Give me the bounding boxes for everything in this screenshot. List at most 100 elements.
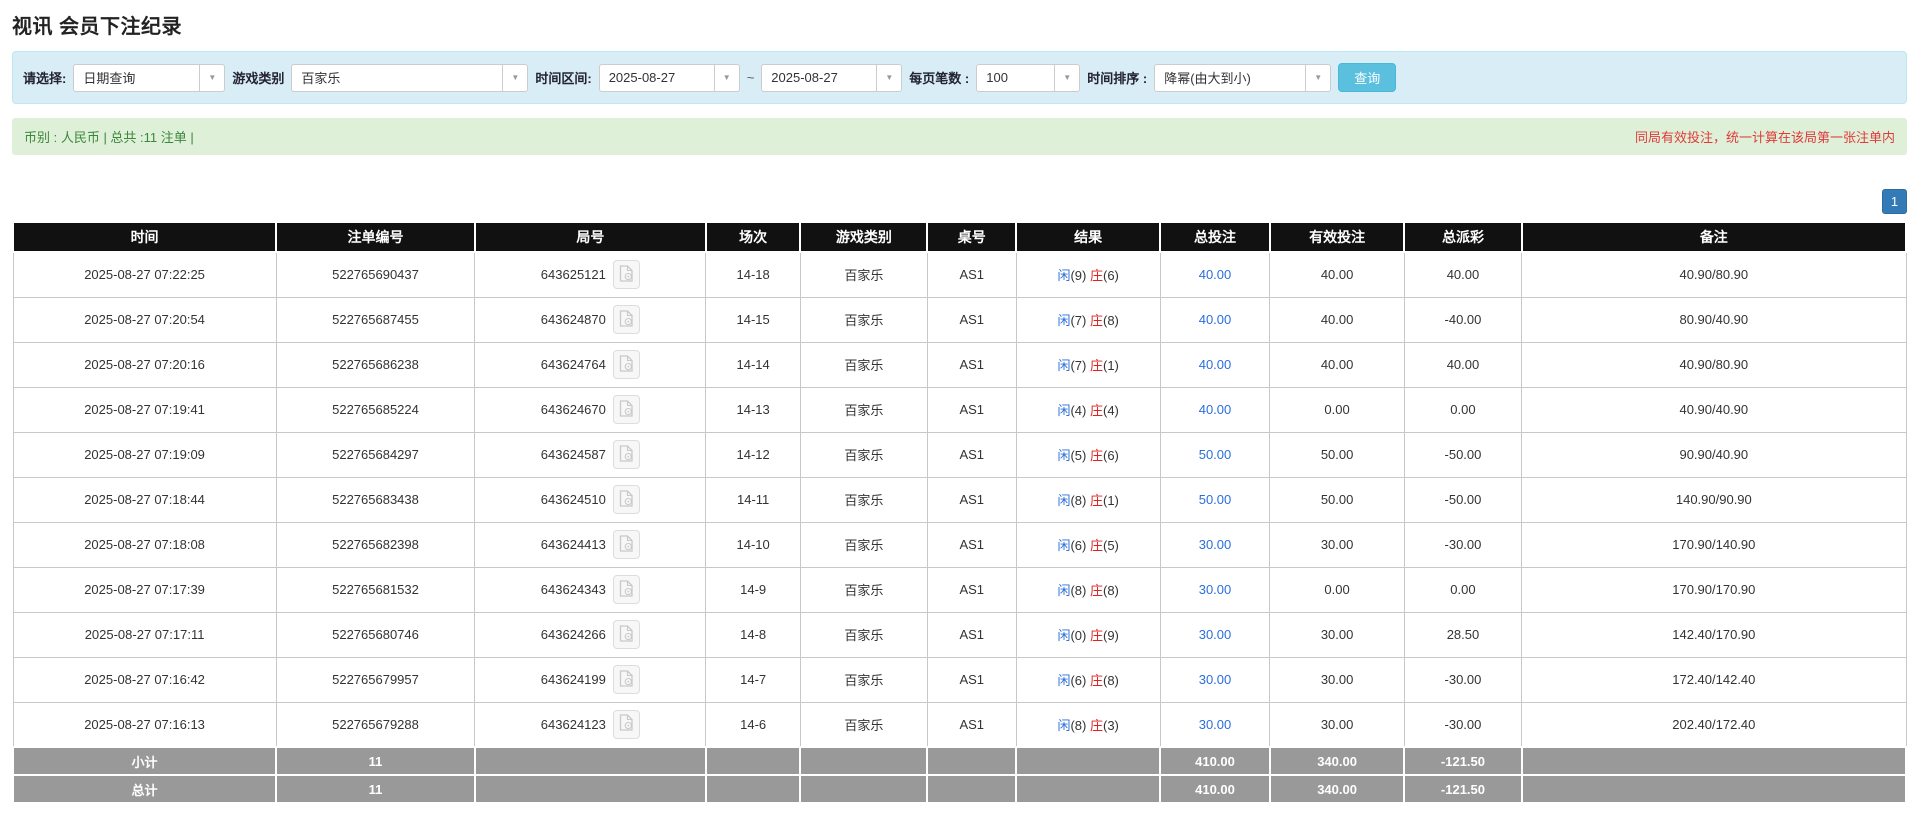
video-file-icon — [619, 535, 634, 555]
player-result-label: 闲 — [1057, 718, 1070, 733]
banker-result-score: (8) — [1103, 673, 1119, 688]
banker-result-label: 庄 — [1090, 448, 1103, 463]
total-bet-link[interactable]: 40.00 — [1199, 402, 1232, 417]
cell-payout: -50.00 — [1404, 432, 1521, 477]
date-from-value: 2025-08-27 — [600, 65, 714, 91]
date-to-select[interactable]: 2025-08-27 ▼ — [761, 64, 902, 92]
cell-note: 90.90/40.90 — [1522, 432, 1906, 477]
round-number: 643625121 — [541, 267, 606, 282]
cell-time: 2025-08-27 07:18:44 — [13, 477, 276, 522]
cell-game-type: 百家乐 — [800, 657, 927, 702]
cell-bet-id: 522765679288 — [276, 702, 475, 747]
total-bet-link[interactable]: 50.00 — [1199, 492, 1232, 507]
cell-round-id: 643624343 — [475, 567, 706, 612]
cell-time: 2025-08-27 07:17:11 — [13, 612, 276, 657]
banker-result-score: (9) — [1103, 628, 1119, 643]
table-row: 2025-08-27 07:19:41 522765685224 6436246… — [13, 387, 1906, 432]
video-replay-button[interactable] — [613, 620, 640, 649]
total-bet-link[interactable]: 40.00 — [1199, 357, 1232, 372]
video-replay-button[interactable] — [613, 350, 640, 379]
cell-game-type: 百家乐 — [800, 387, 927, 432]
cell-time: 2025-08-27 07:22:25 — [13, 252, 276, 297]
video-file-icon — [619, 670, 634, 690]
cell-game-type: 百家乐 — [800, 567, 927, 612]
cell-time: 2025-08-27 07:19:41 — [13, 387, 276, 432]
query-button[interactable]: 查询 — [1338, 63, 1396, 92]
banker-result-label: 庄 — [1090, 538, 1103, 553]
total-total-bet: 410.00 — [1160, 775, 1270, 803]
time-range-label: 时间区间: — [535, 68, 591, 87]
game-type-select[interactable]: 百家乐 ▼ — [291, 64, 528, 92]
banker-result-score: (6) — [1103, 268, 1119, 283]
video-replay-button[interactable] — [613, 440, 640, 469]
banker-result-score: (8) — [1103, 313, 1119, 328]
banker-result-label: 庄 — [1090, 628, 1103, 643]
table-row: 2025-08-27 07:19:09 522765684297 6436245… — [13, 432, 1906, 477]
video-replay-button[interactable] — [613, 305, 640, 334]
mode-select-value: 日期查询 — [74, 65, 199, 91]
video-replay-button[interactable] — [613, 575, 640, 604]
cell-total-bet: 30.00 — [1160, 657, 1270, 702]
mode-select[interactable]: 日期查询 ▼ — [73, 64, 225, 92]
banker-result-label: 庄 — [1090, 313, 1103, 328]
date-from-select[interactable]: 2025-08-27 ▼ — [599, 64, 740, 92]
cell-round-id: 643625121 — [475, 252, 706, 297]
banker-result-label: 庄 — [1090, 268, 1103, 283]
cell-round-id: 643624870 — [475, 297, 706, 342]
chevron-down-icon: ▼ — [876, 65, 901, 91]
total-payout: -121.50 — [1404, 775, 1521, 803]
cell-payout: -30.00 — [1404, 522, 1521, 567]
cell-time: 2025-08-27 07:20:16 — [13, 342, 276, 387]
header-round-id: 局号 — [475, 222, 706, 252]
round-number: 643624199 — [541, 672, 606, 687]
header-table-no: 桌号 — [927, 222, 1016, 252]
total-bet-link[interactable]: 30.00 — [1199, 582, 1232, 597]
cell-note: 142.40/170.90 — [1522, 612, 1906, 657]
table-row: 2025-08-27 07:16:13 522765679288 6436241… — [13, 702, 1906, 747]
cell-payout: 0.00 — [1404, 387, 1521, 432]
page-size-select[interactable]: 100 ▼ — [976, 64, 1080, 92]
cell-session: 14-11 — [706, 477, 801, 522]
video-file-icon — [619, 355, 634, 375]
round-number: 643624587 — [541, 447, 606, 462]
cell-total-bet: 30.00 — [1160, 522, 1270, 567]
table-row: 2025-08-27 07:17:11 522765680746 6436242… — [13, 612, 1906, 657]
cell-time: 2025-08-27 07:16:42 — [13, 657, 276, 702]
page-1-button[interactable]: 1 — [1882, 189, 1907, 214]
banker-result-label: 庄 — [1090, 493, 1103, 508]
total-row: 总计 11 410.00 340.00 -121.50 — [13, 775, 1906, 803]
cell-bet-id: 522765685224 — [276, 387, 475, 432]
cell-bet-id: 522765679957 — [276, 657, 475, 702]
video-replay-button[interactable] — [613, 260, 640, 289]
cell-note: 40.90/40.90 — [1522, 387, 1906, 432]
total-bet-link[interactable]: 30.00 — [1199, 672, 1232, 687]
cell-bet-id: 522765687455 — [276, 297, 475, 342]
video-replay-button[interactable] — [613, 710, 640, 739]
cell-time: 2025-08-27 07:16:13 — [13, 702, 276, 747]
video-replay-button[interactable] — [613, 530, 640, 559]
cell-table-no: AS1 — [927, 477, 1016, 522]
round-number: 643624870 — [541, 312, 606, 327]
subtotal-total-bet: 410.00 — [1160, 747, 1270, 775]
video-replay-button[interactable] — [613, 665, 640, 694]
total-bet-link[interactable]: 40.00 — [1199, 267, 1232, 282]
total-bet-link[interactable]: 30.00 — [1199, 537, 1232, 552]
video-file-icon — [619, 445, 634, 465]
cell-game-type: 百家乐 — [800, 297, 927, 342]
header-result: 结果 — [1016, 222, 1160, 252]
cell-total-bet: 40.00 — [1160, 387, 1270, 432]
player-result-score: (0) — [1070, 628, 1086, 643]
total-bet-link[interactable]: 50.00 — [1199, 447, 1232, 462]
video-replay-button[interactable] — [613, 395, 640, 424]
total-bet-link[interactable]: 30.00 — [1199, 627, 1232, 642]
cell-time: 2025-08-27 07:20:54 — [13, 297, 276, 342]
total-bet-link[interactable]: 30.00 — [1199, 717, 1232, 732]
banker-result-label: 庄 — [1090, 673, 1103, 688]
cell-table-no: AS1 — [927, 522, 1016, 567]
cell-session: 14-10 — [706, 522, 801, 567]
sort-select[interactable]: 降幂(由大到小) ▼ — [1154, 64, 1331, 92]
cell-valid-bet: 50.00 — [1270, 477, 1404, 522]
video-replay-button[interactable] — [613, 485, 640, 514]
total-bet-link[interactable]: 40.00 — [1199, 312, 1232, 327]
cell-game-type: 百家乐 — [800, 477, 927, 522]
